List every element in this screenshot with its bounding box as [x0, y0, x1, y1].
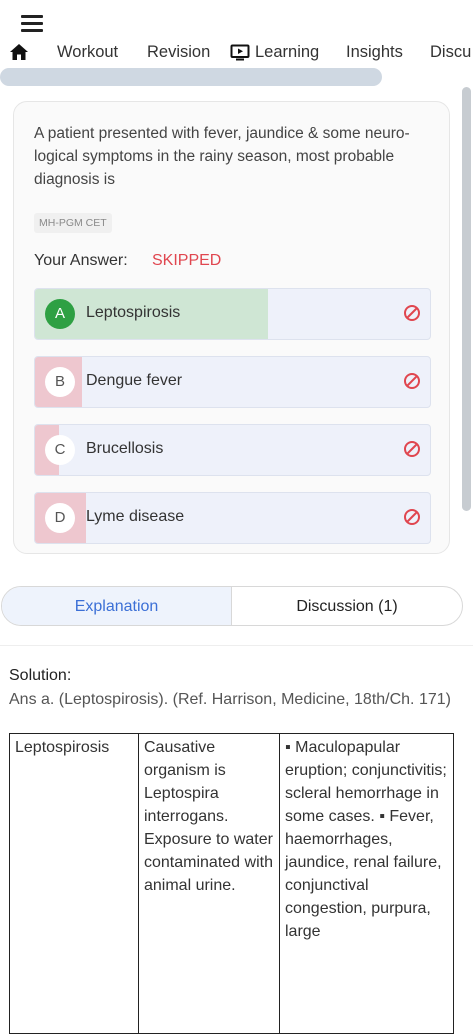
top-nav: Workout Revision Learning Insights Discu [0, 0, 473, 86]
option-d-letter: D [45, 503, 75, 533]
explanation-discussion-toggle: Explanation Discussion (1) [1, 586, 463, 626]
page-scrollbar[interactable] [462, 87, 471, 511]
tab-scrollbar[interactable] [0, 68, 382, 86]
option-c-letter: C [45, 435, 75, 465]
option-a-letter: A [45, 299, 75, 329]
option-b-text: Dengue fever [86, 372, 183, 389]
option-c[interactable]: C Brucellosis [34, 424, 431, 476]
tab-explanation[interactable]: Explanation [2, 587, 232, 625]
solution-table: Leptospirosis Causative organism is Lept… [9, 733, 454, 1034]
ban-icon [404, 305, 420, 321]
table-row: Leptospirosis Causative organism is Lept… [9, 733, 454, 1034]
tab-revision[interactable]: Revision [147, 43, 210, 62]
table-cell-features: ▪ Maculopapular eruption; conjunctivitis… [279, 733, 454, 1034]
option-d-text: Lyme disease [86, 508, 185, 525]
source-tag: MH-PGM CET [34, 213, 112, 233]
option-b-letter: B [45, 367, 75, 397]
table-cell-disease: Leptospirosis [9, 733, 139, 1034]
tab-learning[interactable]: Learning [255, 43, 319, 62]
play-screen-icon [230, 44, 250, 61]
option-c-text: Brucellosis [86, 440, 164, 457]
option-b[interactable]: B Dengue fever [34, 356, 431, 408]
option-d[interactable]: D Lyme disease [34, 492, 431, 544]
your-answer-value: SKIPPED [152, 252, 222, 269]
tab-workout[interactable]: Workout [57, 43, 118, 62]
question-card: A patient presented with fever, jaundice… [13, 101, 450, 554]
solution-reference: Ans a. (Leptospirosis). (Ref. Harrison, … [9, 691, 451, 708]
option-a[interactable]: A Leptospirosis [34, 288, 431, 340]
question-text: A patient presented with fever, jaundice… [34, 125, 410, 188]
solution-title: Solution: [9, 667, 72, 684]
ban-icon [404, 373, 420, 389]
menu-icon[interactable] [21, 15, 43, 33]
tab-discussion-count[interactable]: Discussion (1) [232, 587, 462, 625]
table-cell-cause: Causative organism is Leptospira interro… [138, 733, 280, 1034]
ban-icon [404, 509, 420, 525]
option-a-text: Leptospirosis [86, 304, 181, 321]
ban-icon [404, 441, 420, 457]
divider [0, 645, 473, 646]
home-icon[interactable] [9, 42, 29, 62]
your-answer-label: Your Answer: [34, 252, 128, 269]
tab-discussion[interactable]: Discu [430, 43, 471, 62]
tab-insights[interactable]: Insights [346, 43, 403, 62]
